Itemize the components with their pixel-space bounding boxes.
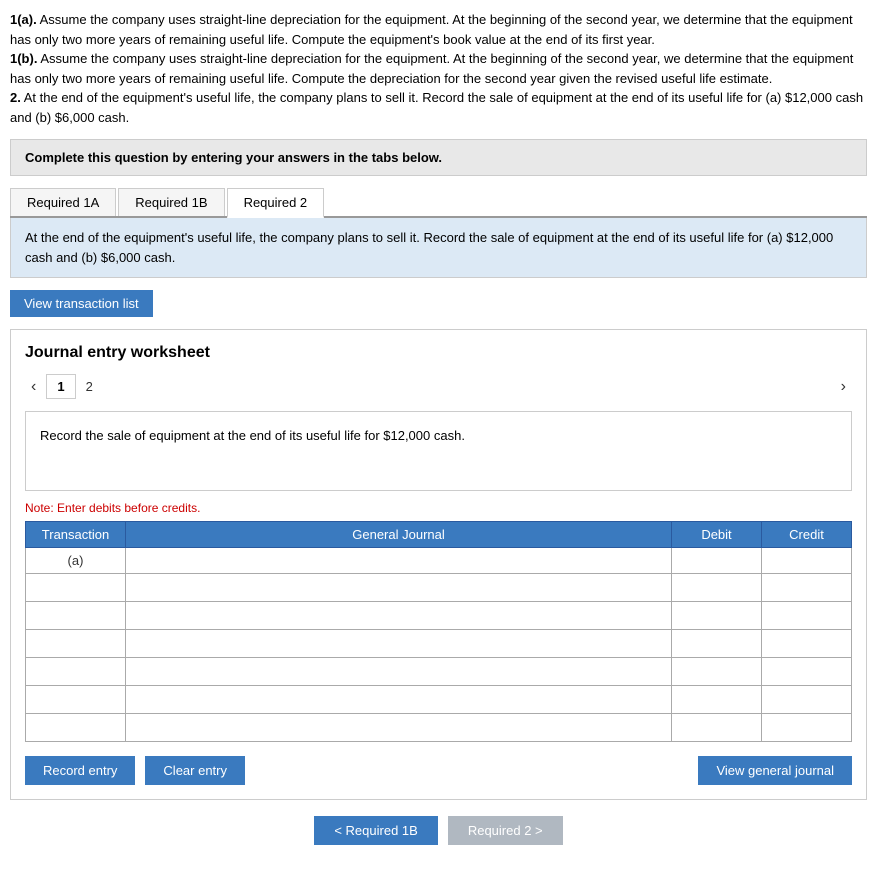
part1b-bold: 1(b). [10,51,37,66]
tab-content: At the end of the equipment's useful lif… [10,218,867,278]
tabs-container: Required 1A Required 1B Required 2 [10,188,867,218]
instruction-box: Record the sale of equipment at the end … [25,411,852,491]
credit-cell[interactable] [762,658,852,686]
part1a-bold: 1(a). [10,12,37,27]
credit-input[interactable] [762,686,851,713]
tab-required-2[interactable]: Required 2 [227,188,325,218]
col-credit: Credit [762,522,852,548]
journal-cell[interactable] [126,686,672,714]
debit-cell[interactable] [672,548,762,574]
journal-cell[interactable] [126,630,672,658]
credit-cell[interactable] [762,714,852,742]
table-row [26,714,852,742]
part2-text: At the end of the equipment's useful lif… [10,90,863,125]
transaction-input[interactable] [30,690,121,709]
debit-cell[interactable] [672,658,762,686]
next-nav-button[interactable]: Required 2 > [448,816,563,845]
transaction-cell [26,686,126,714]
part1b-text: Assume the company uses straight-line de… [10,51,853,86]
journal-cell[interactable] [126,574,672,602]
credit-input[interactable] [762,658,851,685]
credit-cell[interactable] [762,574,852,602]
debit-cell[interactable] [672,602,762,630]
transaction-cell [26,602,126,630]
transaction-input[interactable] [30,662,121,681]
next-arrow[interactable]: › [835,376,852,398]
journal-input[interactable] [126,602,671,629]
view-general-journal-button[interactable]: View general journal [698,756,852,785]
view-transaction-btn[interactable]: View transaction list [10,290,153,317]
credit-cell[interactable] [762,548,852,574]
tab-required-1a[interactable]: Required 1A [10,188,116,216]
col-debit: Debit [672,522,762,548]
part1a-text: Assume the company uses straight-line de… [10,12,853,47]
journal-cell[interactable] [126,602,672,630]
debit-input[interactable] [672,658,761,685]
table-row [26,686,852,714]
credit-cell[interactable] [762,602,852,630]
journal-cell[interactable] [126,548,672,574]
note-text: Note: Enter debits before credits. [25,501,852,515]
credit-input[interactable] [762,630,851,657]
journal-input[interactable] [126,574,671,601]
transaction-input[interactable] [30,718,121,737]
buttons-row: Record entry Clear entry View general jo… [25,756,852,785]
credit-cell[interactable] [762,686,852,714]
debit-cell[interactable] [672,714,762,742]
prev-arrow[interactable]: ‹ [25,376,42,398]
journal-input[interactable] [126,548,671,573]
debit-cell[interactable] [672,574,762,602]
page-current: 1 [46,374,75,399]
transaction-cell [26,574,126,602]
journal-input[interactable] [126,658,671,685]
record-entry-button[interactable]: Record entry [25,756,135,785]
transaction-input[interactable] [30,634,121,653]
worksheet-container: Journal entry worksheet ‹ 1 2 › Record t… [10,329,867,800]
journal-table: Transaction General Journal Debit Credit… [25,521,852,742]
debit-cell[interactable] [672,630,762,658]
credit-input[interactable] [762,574,851,601]
transaction-cell [26,658,126,686]
table-row [26,658,852,686]
table-row [26,602,852,630]
bottom-nav: < Required 1B Required 2 > [10,816,867,845]
part2-bold: 2. [10,90,21,105]
credit-input[interactable] [762,548,851,573]
journal-cell[interactable] [126,658,672,686]
clear-entry-button[interactable]: Clear entry [145,756,245,785]
transaction-cell: (a) [26,548,126,574]
nav-row: ‹ 1 2 › [25,374,852,399]
transaction-cell [26,714,126,742]
worksheet-title: Journal entry worksheet [25,344,852,362]
col-transaction: Transaction [26,522,126,548]
debit-input[interactable] [672,630,761,657]
table-row [26,630,852,658]
table-row [26,574,852,602]
debit-cell[interactable] [672,686,762,714]
journal-input[interactable] [126,686,671,713]
transaction-input[interactable] [30,606,121,625]
journal-cell[interactable] [126,714,672,742]
complete-box: Complete this question by entering your … [10,139,867,176]
col-general-journal: General Journal [126,522,672,548]
debit-input[interactable] [672,714,761,741]
credit-input[interactable] [762,602,851,629]
debit-input[interactable] [672,686,761,713]
page-next[interactable]: 2 [86,379,93,394]
prev-nav-button[interactable]: < Required 1B [314,816,437,845]
debit-input[interactable] [672,574,761,601]
debit-input[interactable] [672,602,761,629]
table-row: (a) [26,548,852,574]
debit-input[interactable] [672,548,761,573]
transaction-cell [26,630,126,658]
tab-required-1b[interactable]: Required 1B [118,188,224,216]
transaction-input[interactable] [30,578,121,597]
journal-input[interactable] [126,714,671,741]
credit-cell[interactable] [762,630,852,658]
journal-input[interactable] [126,630,671,657]
problem-text: 1(a). Assume the company uses straight-l… [10,10,867,127]
credit-input[interactable] [762,714,851,741]
